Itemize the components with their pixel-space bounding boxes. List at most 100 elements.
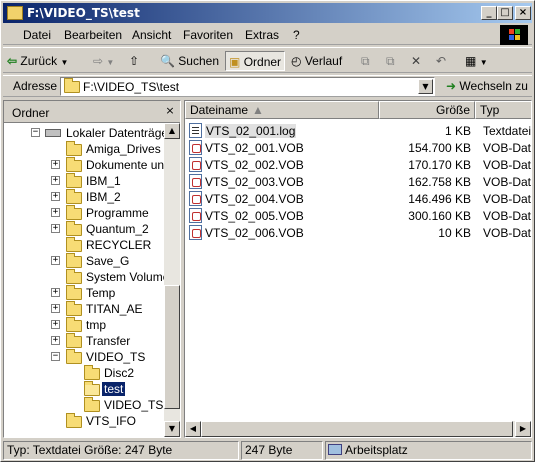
column-header-name[interactable]: Dateiname ▲ [185, 101, 379, 119]
tree-item-save-g[interactable]: + Save_G [4, 253, 164, 269]
go-button[interactable]: ➜ Wechseln zu [446, 77, 528, 96]
scroll-thumb[interactable] [201, 421, 513, 437]
tree-item-label: tmp [86, 318, 107, 332]
tree-item-amiga-drives[interactable]: Amiga_Drives [4, 141, 164, 157]
file-row[interactable]: VTS_02_001.VOB 154.700 KB VOB-Datei [185, 139, 531, 156]
file-type: VOB-Datei [483, 158, 532, 172]
tree-item-label: System Volume I [86, 270, 164, 284]
folder-icon [66, 157, 82, 172]
back-arrow-icon: ⇦ [7, 54, 18, 68]
folder-icon [66, 221, 82, 236]
chevron-down-icon: ▼ [479, 58, 488, 67]
minimize-button[interactable]: _ [481, 6, 497, 20]
tree-item-test[interactable]: test [4, 381, 164, 397]
tree-item-quantum2[interactable]: + Quantum_2 [4, 221, 164, 237]
tree-item-ibm2[interactable]: + IBM_2 [4, 189, 164, 205]
address-label: Adresse [13, 79, 58, 93]
close-button[interactable]: × [515, 6, 531, 20]
column-header-type[interactable]: Typ [475, 101, 531, 119]
file-row[interactable]: VTS_02_001.log 1 KB Textdatei [185, 122, 531, 139]
tree-item-video-ts-sub[interactable]: VIDEO_TS [4, 397, 164, 413]
menu-ansicht[interactable]: Ansicht [132, 28, 171, 42]
folder-icon [7, 6, 23, 20]
vob-file-icon [189, 140, 202, 155]
scroll-thumb[interactable] [164, 285, 180, 409]
back-button[interactable]: ⇦ Zurück ▼ [7, 51, 68, 71]
search-button[interactable]: 🔍 Suchen [158, 51, 219, 71]
tree-item-temp[interactable]: + Temp [4, 285, 164, 301]
tree-item-system-volume[interactable]: System Volume I [4, 269, 164, 285]
folders-pane: Ordner × − Lokaler Datenträger Amiga_Dri… [3, 100, 181, 438]
folders-button[interactable]: ▣ Ordner [225, 51, 286, 71]
move-to-button[interactable]: ⧉ [361, 51, 370, 71]
close-icon[interactable]: × [163, 105, 177, 118]
up-folder-button[interactable]: ⇧ [129, 51, 139, 71]
file-row[interactable]: VTS_02_003.VOB 162.758 KB VOB-Datei [185, 173, 531, 190]
scroll-up-icon[interactable]: ▲ [164, 123, 180, 139]
tree-item-vts-ifo[interactable]: VTS_IFO [4, 413, 164, 429]
expand-icon[interactable]: + [51, 224, 60, 233]
expand-icon[interactable]: + [51, 176, 60, 185]
chevron-down-icon: ▼ [106, 58, 115, 67]
delete-button[interactable]: ✕ [411, 51, 421, 71]
tree-item-programme[interactable]: + Programme [4, 205, 164, 221]
history-button[interactable]: ◴ Verlauf [291, 51, 342, 71]
views-button[interactable]: ▦ ▼ [465, 51, 488, 71]
column-header-size[interactable]: Größe [379, 101, 475, 119]
tree-scrollbar[interactable]: ▲ ▼ [164, 123, 180, 437]
tree-item-tmp[interactable]: + tmp [4, 317, 164, 333]
tree-item-label: Quantum_2 [86, 222, 149, 236]
maximize-button[interactable]: □ [497, 6, 513, 20]
file-list-scrollbar[interactable]: ◀ ▶ [185, 421, 531, 437]
collapse-icon[interactable]: − [51, 352, 60, 361]
copy-to-button[interactable]: ⧉ [386, 51, 395, 71]
title-bar[interactable]: F:\VIDEO_TS\test _ □ × [3, 3, 532, 23]
file-type: VOB-Datei [483, 209, 532, 223]
scroll-down-icon[interactable]: ▼ [164, 421, 180, 437]
menu-bearbeiten[interactable]: Bearbeiten [64, 28, 122, 42]
tree-item-dokumente[interactable]: + Dokumente und [4, 157, 164, 173]
expand-icon[interactable]: + [51, 320, 60, 329]
expand-icon[interactable]: + [51, 304, 60, 313]
vob-file-icon [189, 225, 202, 240]
menu-help[interactable]: ? [293, 28, 300, 42]
file-name: VTS_02_004.VOB [205, 192, 304, 206]
expand-icon[interactable]: + [51, 192, 60, 201]
tree-item-transfer[interactable]: + Transfer [4, 333, 164, 349]
tree-item-video-ts[interactable]: − VIDEO_TS [4, 349, 164, 365]
file-size: 154.700 KB [408, 141, 471, 155]
forward-button[interactable]: ⇨ ▼ [93, 51, 114, 71]
folder-icon [66, 301, 82, 316]
menu-extras[interactable]: Extras [245, 28, 279, 42]
expand-icon[interactable]: + [51, 160, 60, 169]
tree-item-local-disk[interactable]: − Lokaler Datenträger [4, 125, 164, 141]
folder-icon [66, 317, 82, 332]
file-row[interactable]: VTS_02_006.VOB 10 KB VOB-Datei [185, 224, 531, 241]
address-input[interactable]: F:\VIDEO_TS\test ▼ [60, 77, 435, 96]
tree-item-disc2[interactable]: Disc2 [4, 365, 164, 381]
expand-icon[interactable]: + [51, 256, 60, 265]
tree-item-recycler[interactable]: RECYCLER [4, 237, 164, 253]
menu-datei[interactable]: Datei [23, 28, 51, 42]
history-icon: ◴ [291, 54, 302, 68]
file-row[interactable]: VTS_02_002.VOB 170.170 KB VOB-Datei [185, 156, 531, 173]
folder-icon [84, 365, 100, 380]
expand-icon[interactable]: + [51, 288, 60, 297]
tree-item-titan-ae[interactable]: + TITAN_AE [4, 301, 164, 317]
collapse-icon[interactable]: − [31, 128, 40, 137]
expand-icon[interactable]: + [51, 336, 60, 345]
scroll-left-icon[interactable]: ◀ [185, 421, 201, 437]
scroll-right-icon[interactable]: ▶ [515, 421, 531, 437]
address-value: F:\VIDEO_TS\test [83, 80, 180, 94]
address-dropdown-button[interactable]: ▼ [418, 79, 433, 94]
drive-icon [45, 129, 61, 137]
tree-item-ibm1[interactable]: + IBM_1 [4, 173, 164, 189]
file-row[interactable]: VTS_02_005.VOB 300.160 KB VOB-Datei [185, 207, 531, 224]
folders-pane-title: Ordner [12, 106, 50, 120]
menu-favoriten[interactable]: Favoriten [183, 28, 233, 42]
expand-icon[interactable]: + [51, 208, 60, 217]
undo-button[interactable]: ↶ [436, 51, 446, 71]
file-size: 10 KB [438, 226, 471, 240]
tree-item-label: Temp [86, 286, 116, 300]
file-row[interactable]: VTS_02_004.VOB 146.496 KB VOB-Datei [185, 190, 531, 207]
